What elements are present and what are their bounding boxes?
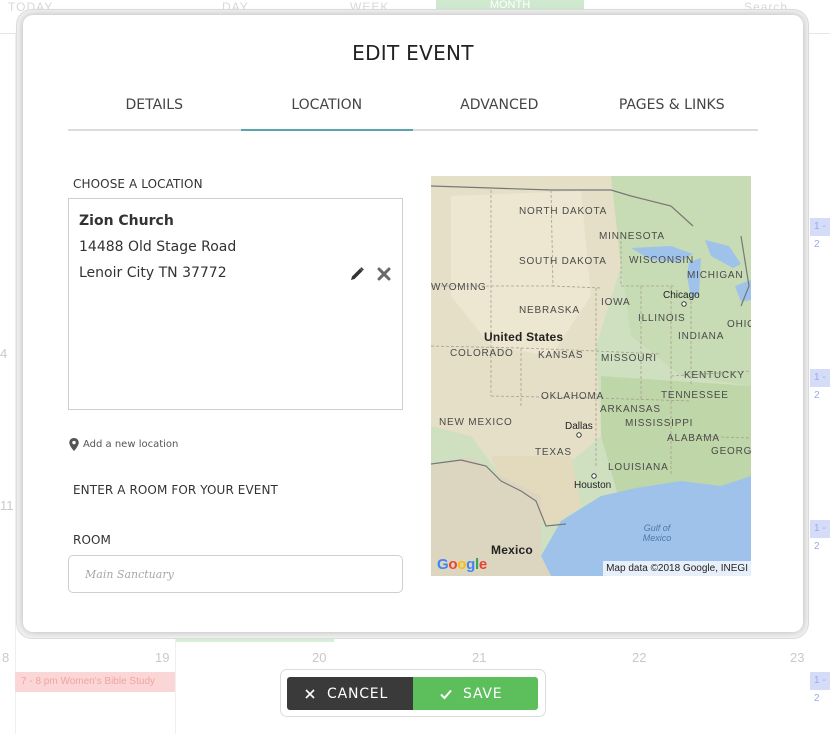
calendar-day-number: 8	[2, 650, 10, 665]
map-label-state: MISSOURI	[601, 353, 657, 364]
tab-bar: DETAILS LOCATION ADVANCED PAGES & LINKS	[68, 95, 758, 131]
save-button[interactable]: SAVE	[413, 677, 538, 710]
map-pin-icon	[69, 438, 79, 451]
close-icon	[305, 688, 315, 699]
location-card: Zion Church 14488 Old Stage Road Lenoir …	[68, 198, 403, 410]
location-address-line2: Lenoir City TN 37772	[79, 265, 227, 281]
map-label-state: OHIO	[727, 319, 751, 330]
google-logo: Google	[437, 556, 487, 573]
map-label-state: KENTUCKY	[684, 370, 745, 381]
tab-location[interactable]: LOCATION	[240, 95, 414, 131]
map-label-country: Mexico	[491, 543, 533, 557]
map-label-state: TEXAS	[535, 447, 572, 458]
map-label-state: IOWA	[601, 297, 631, 308]
room-input[interactable]	[68, 555, 403, 593]
map-label-state: NORTH DAKOTA	[519, 206, 608, 217]
cancel-label: CANCEL	[327, 685, 389, 702]
map-label-state: MICHIGAN	[687, 270, 744, 281]
map-label-state: WISCONSIN	[629, 255, 694, 266]
edit-event-modal: EDIT EVENT DETAILS LOCATION ADVANCED PAG…	[23, 15, 803, 632]
map-label-state: MINNESOTA	[599, 231, 665, 242]
map-label-state: NEBRASKA	[519, 305, 580, 316]
map-label-state: MISSISSIPPI	[625, 418, 694, 429]
location-name: Zion Church	[79, 213, 174, 229]
add-location-label: Add a new location	[83, 439, 179, 450]
map-label-state: INDIANA	[678, 331, 725, 342]
calendar-day-number: 20	[312, 650, 327, 665]
location-address-line1: 14488 Old Stage Road	[79, 239, 237, 255]
tab-pages-links[interactable]: PAGES & LINKS	[586, 95, 759, 129]
calendar-day-number: 23	[790, 650, 805, 665]
calendar-day-number: 22	[632, 650, 647, 665]
close-icon[interactable]	[376, 266, 392, 282]
map-label-water: Gulf of Mexico	[642, 523, 672, 543]
map-label-state: COLORADO	[450, 348, 514, 359]
map-label-state: OKLAHOMA	[541, 391, 605, 402]
map-label-state: SOUTH DAKOTA	[519, 256, 607, 267]
map-label-city: Dallas	[565, 421, 593, 432]
map-label-state: LOUISIANA	[608, 462, 669, 473]
map-label-state: KANSAS	[538, 350, 584, 361]
calendar-event[interactable]: 1 - 2	[810, 672, 830, 704]
pencil-icon[interactable]	[349, 266, 365, 282]
modal-title: EDIT EVENT	[352, 41, 474, 65]
tab-details[interactable]: DETAILS	[68, 95, 241, 129]
calendar-event[interactable]: 1 - 2	[810, 520, 830, 552]
map-label-state: GEORGIA	[711, 446, 751, 457]
calendar-event[interactable]: 1 - 2	[810, 218, 830, 250]
calendar-day-number: 4	[0, 346, 8, 361]
room-section-label: ENTER A ROOM FOR YOUR EVENT	[73, 483, 278, 497]
cancel-button[interactable]: CANCEL	[287, 677, 413, 710]
location-map[interactable]: NORTH DAKOTA MINNESOTA SOUTH DAKOTA WISC…	[431, 176, 751, 576]
map-label-state: TENNESSEE	[661, 390, 729, 401]
choose-location-label: CHOOSE A LOCATION	[73, 177, 203, 191]
map-label-state: NEW MEXICO	[439, 417, 513, 428]
map-label-state: ALABAMA	[667, 433, 720, 444]
map-label-city: Houston	[574, 480, 612, 491]
calendar-day-number: 11	[0, 498, 14, 513]
map-label-state: ILLINOIS	[638, 313, 686, 324]
add-location-link[interactable]: Add a new location	[69, 438, 178, 451]
save-label: SAVE	[463, 685, 503, 702]
calendar-event[interactable]: 7 - 8 pm Women's Bible Study	[15, 672, 175, 692]
map-attribution[interactable]: Map data ©2018 Google, INEGI	[603, 561, 751, 576]
calendar-event[interactable]: 1 - 2	[810, 369, 830, 401]
map-label-country: United States	[484, 330, 564, 344]
map-label-state: WYOMING	[431, 282, 487, 293]
map-label-state: ARKANSAS	[600, 404, 661, 415]
check-icon	[440, 689, 452, 699]
tab-advanced[interactable]: ADVANCED	[413, 95, 586, 129]
calendar-day-number: 21	[472, 650, 487, 665]
calendar-day-number: 19	[155, 650, 170, 665]
room-field-label: ROOM	[73, 533, 111, 547]
map-label-city: Chicago	[663, 290, 700, 301]
